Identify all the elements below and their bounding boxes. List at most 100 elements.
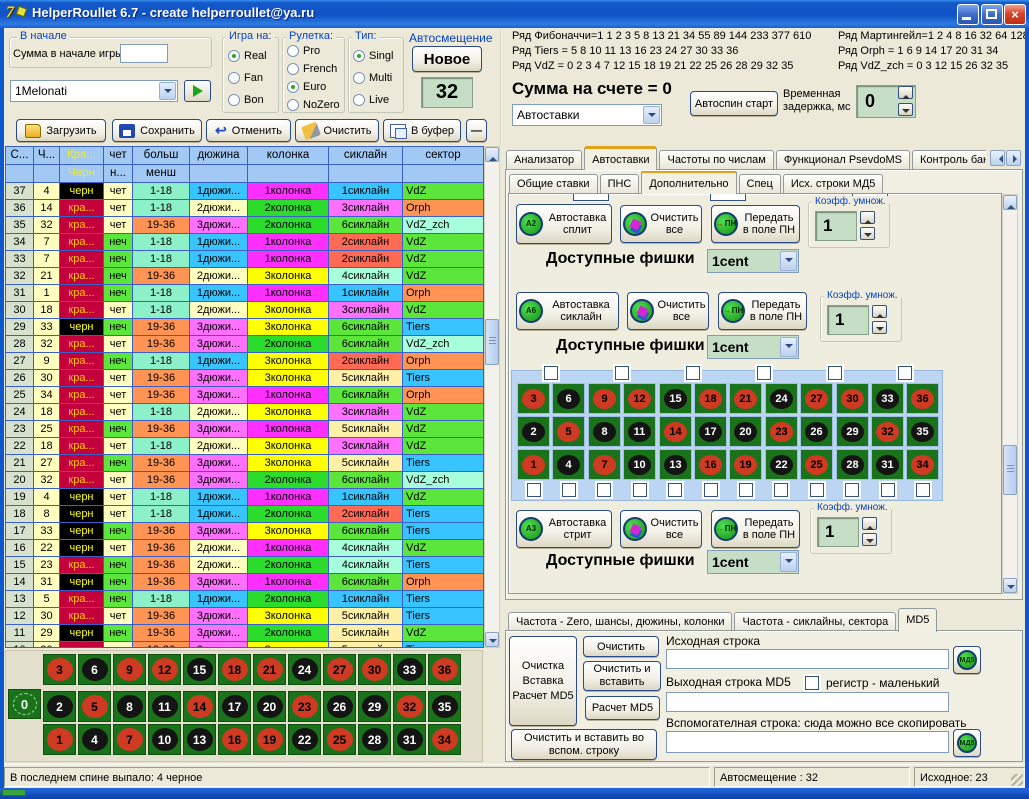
number-cell-13[interactable]: 13	[659, 449, 692, 480]
subtab-общие-ставки[interactable]: Общие ставки	[509, 174, 598, 194]
number-cell-36[interactable]: 36	[428, 654, 461, 685]
scroll-down-icon[interactable]	[1003, 578, 1017, 593]
scroll-up-icon[interactable]	[1003, 195, 1017, 210]
number-cell-3[interactable]: 3	[43, 654, 76, 685]
md5-src-input[interactable]	[666, 649, 949, 669]
number-cell-30[interactable]: 30	[836, 383, 869, 414]
radio-option-singl[interactable]: Singl	[353, 50, 403, 62]
radio-option-nozero[interactable]: NoZero	[287, 99, 343, 111]
subtab-пнс[interactable]: ПНС	[600, 174, 640, 194]
transfer-pn-button-1[interactable]: →ПН Передать в поле ПН	[711, 205, 800, 243]
number-cell-18[interactable]: 18	[694, 383, 727, 414]
number-cell-15[interactable]: 15	[659, 383, 692, 414]
column-checkbox[interactable]	[704, 483, 718, 497]
number-cell-19[interactable]: 19	[253, 724, 286, 755]
number-cell-0[interactable]: 0	[8, 689, 41, 719]
tabs-scroll-right-icon[interactable]	[1006, 150, 1021, 166]
number-cell-7[interactable]: 7	[113, 724, 146, 755]
pair-checkbox[interactable]	[615, 366, 629, 380]
pair-checkbox[interactable]	[544, 366, 558, 380]
coeff-spin-down-1[interactable]	[860, 227, 875, 240]
clear-all-button-2[interactable]: Очистить все	[627, 292, 709, 330]
number-cell-31[interactable]: 31	[871, 449, 904, 480]
chevron-down-icon[interactable]	[159, 82, 176, 100]
number-cell-27[interactable]: 27	[800, 383, 833, 414]
column-checkbox[interactable]	[597, 483, 611, 497]
radio-option-live[interactable]: Live	[353, 94, 403, 106]
bets-combo[interactable]: Автоставки	[512, 104, 662, 126]
tab-частоты-по-числам[interactable]: Частоты по числам	[659, 150, 773, 170]
coeff-spin-up-3[interactable]	[862, 517, 877, 530]
pair-checkbox[interactable]	[898, 366, 912, 380]
collapse-button[interactable]: —	[466, 119, 487, 142]
tab-частота-сиклайны-сектора[interactable]: Частота - сиклайны, сектора	[734, 612, 896, 632]
number-cell-11[interactable]: 11	[623, 416, 656, 447]
tab-автоставки[interactable]: Автоставки	[584, 146, 657, 170]
number-cell-28[interactable]: 28	[836, 449, 869, 480]
column-checkbox[interactable]	[916, 483, 930, 497]
md5-run-button-2[interactable]: МД5	[953, 729, 981, 757]
number-cell-26[interactable]: 26	[800, 416, 833, 447]
number-cell-15[interactable]: 15	[183, 654, 216, 685]
autospin-button[interactable]: Автоспин старт	[690, 91, 778, 116]
number-cell-4[interactable]: 4	[78, 724, 111, 755]
scrollbar-thumb[interactable]	[485, 319, 499, 365]
number-cell-21[interactable]: 21	[729, 383, 762, 414]
number-cell-13[interactable]: 13	[183, 724, 216, 755]
number-cell-2[interactable]: 2	[43, 691, 76, 722]
start-sum-input[interactable]	[120, 44, 168, 63]
chips-combo-3[interactable]: 1cent	[707, 550, 799, 574]
chevron-down-icon[interactable]	[780, 552, 797, 572]
profile-combo[interactable]: 1Melonati	[10, 80, 178, 102]
number-cell-22[interactable]: 22	[288, 724, 321, 755]
pair-checkbox[interactable]	[828, 366, 842, 380]
subtab-дополнительно[interactable]: Дополнительно	[641, 171, 736, 194]
undo-button[interactable]: ↩ Отменить	[206, 119, 291, 142]
number-cell-11[interactable]: 11	[148, 691, 181, 722]
column-checkbox[interactable]	[810, 483, 824, 497]
scroll-down-icon[interactable]	[485, 632, 499, 647]
clear-all-button-3[interactable]: Очистить все	[620, 510, 702, 548]
number-cell-5[interactable]: 5	[552, 416, 585, 447]
case-checkbox[interactable]	[805, 676, 819, 690]
md5-clear-paste-aux-button[interactable]: Очистить и вставить во вспом. строку	[511, 729, 657, 760]
tab-частота-zero-шансы-дюжины-колонки[interactable]: Частота - Zero, шансы, дюжины, колонки	[508, 612, 732, 632]
md5-aux-input[interactable]	[666, 731, 949, 753]
number-cell-32[interactable]: 32	[871, 416, 904, 447]
autostake-street-button[interactable]: A3 Автоставка стрит	[516, 510, 612, 548]
column-checkbox[interactable]	[774, 483, 788, 497]
number-cell-14[interactable]: 14	[659, 416, 692, 447]
column-checkbox[interactable]	[739, 483, 753, 497]
number-cell-4[interactable]: 4	[552, 449, 585, 480]
tab-функционал-psevdoms[interactable]: Функционал PsevdoMS	[776, 150, 910, 170]
number-cell-17[interactable]: 17	[694, 416, 727, 447]
number-cell-34[interactable]: 34	[906, 449, 939, 480]
scroll-up-icon[interactable]	[485, 147, 499, 162]
number-cell-12[interactable]: 12	[148, 654, 181, 685]
number-cell-25[interactable]: 25	[800, 449, 833, 480]
subtab-спец[interactable]: Спец	[739, 174, 781, 194]
transfer-pn-button-3[interactable]: →ПН Передать в поле ПН	[711, 510, 800, 548]
play-button[interactable]	[184, 80, 211, 102]
column-checkbox[interactable]	[527, 483, 541, 497]
number-cell-18[interactable]: 18	[218, 654, 251, 685]
number-cell-7[interactable]: 7	[588, 449, 621, 480]
number-cell-28[interactable]: 28	[358, 724, 391, 755]
minimize-button[interactable]	[957, 4, 979, 25]
number-cell-8[interactable]: 8	[588, 416, 621, 447]
number-cell-21[interactable]: 21	[253, 654, 286, 685]
number-cell-33[interactable]: 33	[871, 383, 904, 414]
number-cell-2[interactable]: 2	[517, 416, 550, 447]
radio-option-euro[interactable]: Euro	[287, 81, 343, 93]
number-cell-5[interactable]: 5	[78, 691, 111, 722]
column-checkbox[interactable]	[633, 483, 647, 497]
number-cell-3[interactable]: 3	[517, 383, 550, 414]
save-button[interactable]: Сохранить	[112, 119, 202, 142]
chevron-down-icon[interactable]	[780, 337, 797, 357]
panel-scrollbar[interactable]	[1002, 194, 1018, 594]
column-checkbox[interactable]	[668, 483, 682, 497]
chevron-down-icon[interactable]	[643, 106, 660, 124]
autostake-sixline-button[interactable]: A6 Автоставка сиклайн	[516, 292, 619, 330]
radio-option-real[interactable]: Real	[228, 50, 278, 62]
number-cell-30[interactable]: 30	[358, 654, 391, 685]
